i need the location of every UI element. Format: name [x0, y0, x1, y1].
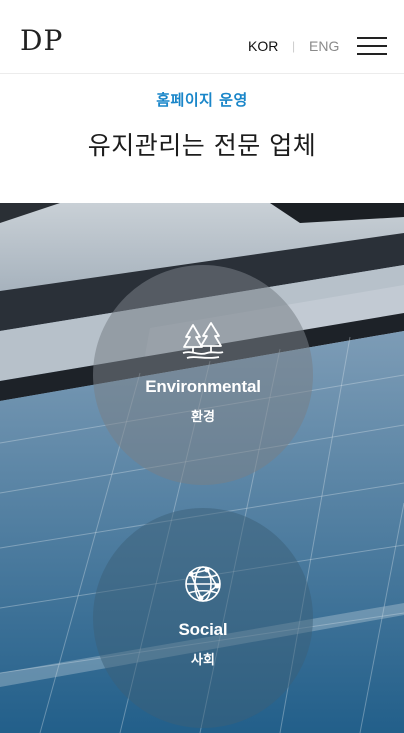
card-title: Environmental — [145, 377, 261, 396]
menu-line — [357, 45, 387, 47]
social-card[interactable]: Social 사회 — [93, 508, 313, 728]
card-subtitle: 사회 — [191, 653, 215, 668]
lang-eng-link[interactable]: ENG — [309, 39, 339, 53]
section-headline: 유지관리는 전문 업체 — [87, 131, 317, 160]
solar-panel-hero: Environmental 환경 Social 사회 — [0, 203, 404, 733]
card-subtitle: 환경 — [191, 410, 215, 425]
globe-network-icon — [185, 566, 221, 602]
trees-icon — [182, 322, 224, 359]
card-title: Social — [178, 620, 228, 639]
hamburger-menu-icon[interactable] — [357, 37, 387, 57]
menu-line — [357, 53, 387, 55]
menu-line — [357, 37, 387, 39]
section-eyebrow: 홈페이지 운영 — [156, 91, 248, 109]
page: DP KOR | ENG 홈페이지 운영 유지관리는 전문 업체 Environ… — [0, 0, 404, 733]
lang-kor-link[interactable]: KOR — [248, 39, 278, 53]
lang-divider: | — [292, 39, 296, 53]
site-header: DP KOR | ENG — [0, 0, 404, 74]
environmental-card[interactable]: Environmental 환경 — [93, 265, 313, 485]
site-logo[interactable]: DP — [20, 27, 63, 55]
